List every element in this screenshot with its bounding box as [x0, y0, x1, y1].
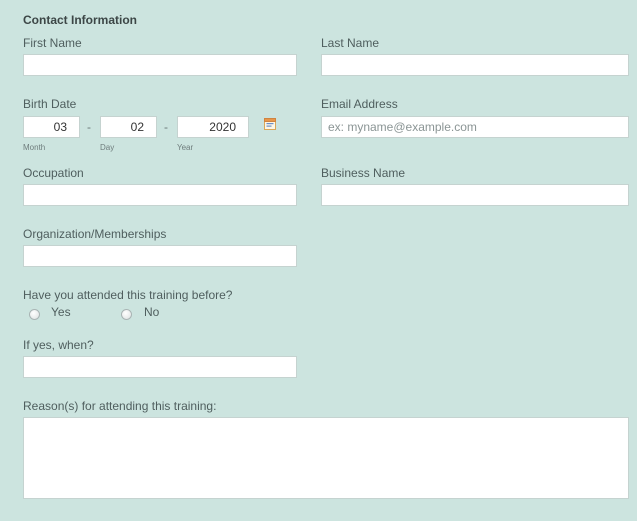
reasons-textarea[interactable] [23, 417, 629, 499]
day-sublabel: Day [100, 143, 115, 152]
reasons-label: Reason(s) for attending this training: [23, 399, 217, 413]
attended-no-label: No [144, 305, 160, 319]
if-yes-when-input[interactable] [23, 356, 297, 378]
last-name-label: Last Name [321, 36, 380, 50]
business-name-input[interactable] [321, 184, 629, 206]
birth-date-label: Birth Date [23, 97, 77, 111]
email-input[interactable] [321, 116, 629, 138]
attended-question: Have you attended this training before? [23, 288, 233, 302]
birth-year-input[interactable] [177, 116, 249, 138]
date-separator: - [164, 120, 168, 134]
attended-no-radio[interactable] [121, 309, 132, 320]
year-sublabel: Year [177, 143, 194, 152]
first-name-input[interactable] [23, 54, 297, 76]
email-label: Email Address [321, 97, 398, 111]
birth-day-input[interactable] [100, 116, 157, 138]
organization-label: Organization/Memberships [23, 227, 167, 241]
business-name-label: Business Name [321, 166, 406, 180]
organization-input[interactable] [23, 245, 297, 267]
attended-yes-label: Yes [51, 305, 71, 319]
date-separator: - [87, 120, 91, 134]
last-name-input[interactable] [321, 54, 629, 76]
occupation-input[interactable] [23, 184, 297, 206]
section-title: Contact Information [23, 13, 137, 27]
calendar-icon[interactable] [264, 117, 276, 130]
occupation-label: Occupation [23, 166, 84, 180]
first-name-label: First Name [23, 36, 82, 50]
month-sublabel: Month [23, 143, 46, 152]
attended-yes-radio[interactable] [29, 309, 40, 320]
birth-month-input[interactable] [23, 116, 80, 138]
if-yes-when-label: If yes, when? [23, 338, 94, 352]
